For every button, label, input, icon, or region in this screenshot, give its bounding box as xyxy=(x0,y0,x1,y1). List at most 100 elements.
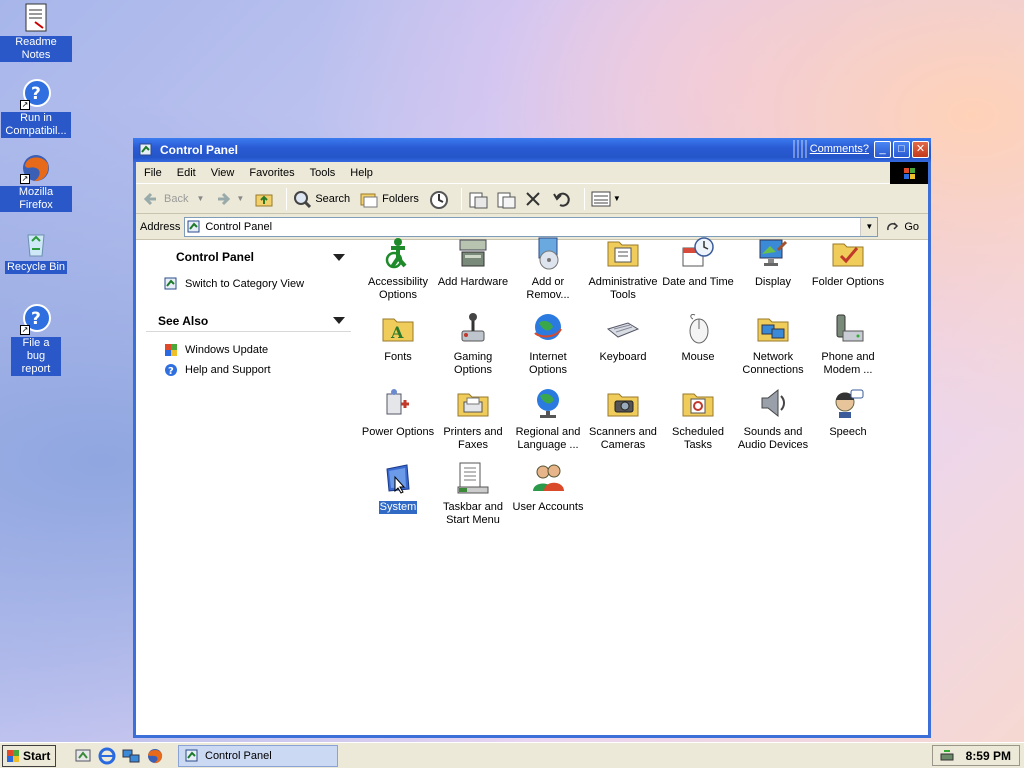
item-scheduled-tasks[interactable]: Scheduled Tasks xyxy=(660,386,736,452)
go-button[interactable]: Go xyxy=(886,220,919,234)
see-also-section-header[interactable]: See Also xyxy=(146,310,351,332)
firefox-icon: ↗ xyxy=(20,152,52,184)
switch-category-view-link[interactable]: Switch to Category View xyxy=(146,274,351,294)
copy-to-button[interactable] xyxy=(496,190,518,208)
item-regional-language[interactable]: Regional and Language ... xyxy=(510,386,586,452)
views-button[interactable]: ▼ xyxy=(591,190,621,208)
windows-logo-icon xyxy=(6,749,20,763)
move-to-button[interactable] xyxy=(468,190,490,208)
item-label: Fonts xyxy=(384,351,412,363)
windows-logo-icon xyxy=(890,162,928,184)
up-folder-button[interactable] xyxy=(254,190,276,208)
item-label: Scanners and Cameras xyxy=(589,426,657,451)
comments-link[interactable]: Comments? xyxy=(810,143,869,155)
item-taskbar-start-menu[interactable]: Taskbar and Start Menu xyxy=(435,461,511,527)
desktop-icon-file-bug[interactable]: ? ↗ File a bug report xyxy=(0,303,72,376)
menu-file[interactable]: File xyxy=(144,167,162,179)
item-label: Display xyxy=(754,276,792,288)
item-gaming-options[interactable]: Gaming Options xyxy=(435,311,511,377)
item-keyboard[interactable]: Keyboard xyxy=(585,311,661,364)
notes-icon xyxy=(20,2,52,34)
item-network-connections[interactable]: Network Connections xyxy=(735,311,811,377)
maximize-button[interactable]: □ xyxy=(893,141,910,158)
menu-bar: File Edit View Favorites Tools Help xyxy=(136,162,928,184)
network-quicklaunch-icon[interactable] xyxy=(122,747,140,765)
task-label: Control Panel xyxy=(205,749,272,762)
forward-dropdown-icon[interactable]: ▼ xyxy=(236,194,244,203)
svg-text:A: A xyxy=(390,323,404,342)
item-label: Administrative Tools xyxy=(588,276,658,301)
item-administrative-tools[interactable]: Administrative Tools xyxy=(585,236,661,302)
item-sounds-audio[interactable]: Sounds and Audio Devices xyxy=(735,386,811,452)
views-dropdown-icon: ▼ xyxy=(612,194,621,203)
item-add-hardware[interactable]: Add Hardware xyxy=(435,236,511,289)
item-display[interactable]: Display xyxy=(735,236,811,289)
item-user-accounts[interactable]: User Accounts xyxy=(510,461,586,514)
forward-button[interactable]: ▼ xyxy=(214,190,244,208)
item-power-options[interactable]: Power Options xyxy=(360,386,436,439)
item-label: Accessibility Options xyxy=(368,276,428,301)
menu-view[interactable]: View xyxy=(211,167,235,179)
item-system[interactable]: System xyxy=(360,461,436,514)
desktop-icon-run-compat[interactable]: ? ↗ Run in Compatibil... xyxy=(0,78,72,138)
item-accessibility-options[interactable]: Accessibility Options xyxy=(360,236,436,302)
add-hardware-icon xyxy=(456,236,490,270)
taskbar-button-control-panel[interactable]: Control Panel xyxy=(178,744,338,767)
back-dropdown-icon[interactable]: ▼ xyxy=(196,194,204,203)
item-label: Date and Time xyxy=(662,276,734,288)
menu-tools[interactable]: Tools xyxy=(310,167,336,179)
undo-button[interactable] xyxy=(552,190,574,208)
title-bar[interactable]: Control Panel Comments? _ □ ✕ xyxy=(133,138,931,162)
item-add-remove-programs[interactable]: Add or Remov... xyxy=(510,236,586,302)
collapse-chevron-icon[interactable] xyxy=(333,317,345,324)
item-label: Regional and Language ... xyxy=(515,426,581,451)
address-value: Control Panel xyxy=(205,220,273,233)
collapse-chevron-icon[interactable] xyxy=(333,253,345,261)
svg-text:?: ? xyxy=(168,366,174,377)
item-date-time[interactable]: Date and Time xyxy=(660,236,736,289)
firefox-quicklaunch-icon[interactable] xyxy=(146,747,164,765)
windows-update-link[interactable]: Windows Update xyxy=(146,340,351,360)
safely-remove-hardware-icon[interactable] xyxy=(939,748,955,764)
go-label: Go xyxy=(904,220,920,233)
windows-update-icon xyxy=(164,343,178,357)
forward-arrow-icon xyxy=(214,190,232,208)
item-scanners-cameras[interactable]: Scanners and Cameras xyxy=(585,386,661,452)
date-time-icon xyxy=(681,236,715,270)
address-field[interactable]: Control Panel ▼ xyxy=(184,216,879,237)
search-button[interactable]: Search xyxy=(293,190,350,208)
desktop-icon-label: Readme Notes xyxy=(0,36,72,62)
minimize-button[interactable]: _ xyxy=(874,141,891,158)
desktop-icon-recycle-bin[interactable]: Recycle Bin xyxy=(0,227,72,274)
item-internet-options[interactable]: Internet Options xyxy=(510,311,586,377)
clock[interactable]: 8:59 PM xyxy=(966,749,1011,763)
desktop-icon-readme[interactable]: Readme Notes xyxy=(0,2,72,62)
internet-explorer-icon[interactable] xyxy=(98,747,116,765)
fonts-icon: A xyxy=(381,311,415,345)
item-folder-options[interactable]: Folder Options xyxy=(810,236,886,289)
address-dropdown-icon[interactable]: ▼ xyxy=(860,217,878,236)
start-button[interactable]: Start xyxy=(2,744,56,767)
item-speech[interactable]: Speech xyxy=(810,386,886,439)
address-label: Address xyxy=(140,220,181,233)
desktop-icon-firefox[interactable]: ↗ Mozilla Firefox xyxy=(0,152,72,212)
views-icon xyxy=(591,190,611,208)
item-mouse[interactable]: Mouse xyxy=(660,311,736,364)
folders-button[interactable]: Folders xyxy=(360,190,419,208)
close-button[interactable]: ✕ xyxy=(912,141,929,158)
control-panel-section-header[interactable]: Control Panel xyxy=(146,246,351,268)
menu-edit[interactable]: Edit xyxy=(177,167,196,179)
item-fonts[interactable]: A Fonts xyxy=(360,311,436,364)
item-printers-faxes[interactable]: Printers and Faxes xyxy=(435,386,511,452)
back-button[interactable]: Back ▼ xyxy=(142,190,204,208)
item-phone-modem[interactable]: Phone and Modem ... xyxy=(810,311,886,377)
menu-favorites[interactable]: Favorites xyxy=(249,167,294,179)
history-button[interactable] xyxy=(429,190,451,209)
menu-help[interactable]: Help xyxy=(350,167,373,179)
taskbar-icon xyxy=(456,461,490,495)
history-clock-icon xyxy=(429,190,448,209)
help-support-link[interactable]: ? Help and Support xyxy=(146,360,351,380)
show-desktop-icon[interactable] xyxy=(74,747,92,765)
delete-button[interactable] xyxy=(524,190,546,208)
switch-view-label: Switch to Category View xyxy=(185,278,305,290)
